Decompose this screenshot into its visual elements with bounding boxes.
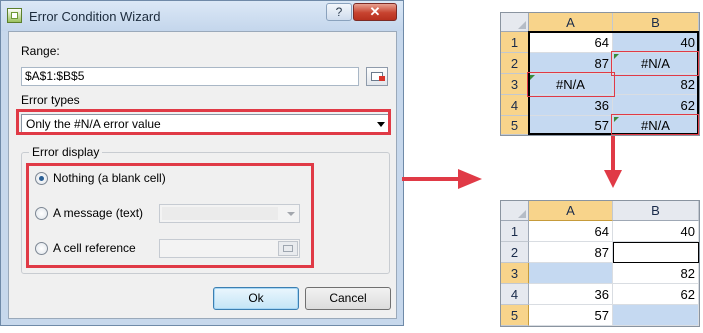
ok-button[interactable]: Ok	[213, 287, 299, 310]
column-header[interactable]: A	[529, 13, 613, 32]
error-display-label: Error display	[29, 145, 103, 159]
select-all-corner[interactable]	[501, 201, 529, 221]
error-display-highlight	[26, 163, 314, 268]
error-cell-highlight	[611, 51, 699, 76]
cell-a1[interactable]: 64	[529, 221, 613, 242]
title-bar[interactable]: Error Condition Wizard ? ✕	[1, 1, 403, 31]
row-header[interactable]: 5	[501, 116, 529, 135]
cell-b2[interactable]	[613, 242, 699, 263]
range-label: Range:	[21, 44, 60, 58]
sheet-before: A B 1 64 40 2 87 #N/A 3 #N/A 82 4 36 62 …	[500, 12, 700, 136]
row-header[interactable]: 1	[501, 32, 529, 53]
row-header[interactable]: 4	[501, 95, 529, 116]
sheet-after: A B 1 64 40 2 87 3 82 4 36 62 5 57	[500, 200, 700, 327]
column-header[interactable]: B	[613, 201, 699, 221]
range-select-button[interactable]	[366, 67, 388, 86]
arrow-down-icon	[604, 170, 622, 188]
select-all-corner[interactable]	[501, 13, 529, 32]
cancel-button[interactable]: Cancel	[305, 287, 391, 310]
error-cell-highlight	[527, 72, 615, 97]
row-header[interactable]: 3	[501, 263, 529, 284]
cell-b1[interactable]: 40	[613, 221, 699, 242]
cell-a2[interactable]: 87	[529, 242, 613, 263]
arrow-right-icon	[458, 169, 482, 189]
app-icon	[7, 8, 22, 23]
close-button[interactable]: ✕	[353, 3, 397, 21]
column-header[interactable]: A	[529, 201, 613, 221]
error-cell-highlight	[611, 114, 699, 135]
arrow-right-shaft	[402, 177, 460, 181]
range-input[interactable]: $A$1:$B$5	[21, 67, 359, 86]
cell-b3[interactable]: 82	[613, 263, 699, 284]
arrow-down-shaft	[611, 134, 615, 172]
column-header[interactable]: B	[613, 13, 699, 32]
row-header[interactable]: 3	[501, 74, 529, 95]
row-header[interactable]: 2	[501, 242, 529, 263]
cell-a3[interactable]	[529, 263, 613, 284]
error-type-highlight	[16, 109, 391, 135]
row-header[interactable]: 4	[501, 284, 529, 305]
row-header[interactable]: 5	[501, 305, 529, 326]
cell-b5[interactable]	[613, 305, 699, 326]
error-types-label: Error types	[21, 93, 80, 107]
cell-a5[interactable]: 57	[529, 305, 613, 326]
dialog-title: Error Condition Wizard	[29, 9, 161, 24]
row-header[interactable]: 1	[501, 221, 529, 242]
help-button[interactable]: ?	[326, 3, 352, 21]
row-header[interactable]: 2	[501, 53, 529, 74]
cell-a4[interactable]: 36	[529, 284, 613, 305]
cell-b4[interactable]: 62	[613, 284, 699, 305]
